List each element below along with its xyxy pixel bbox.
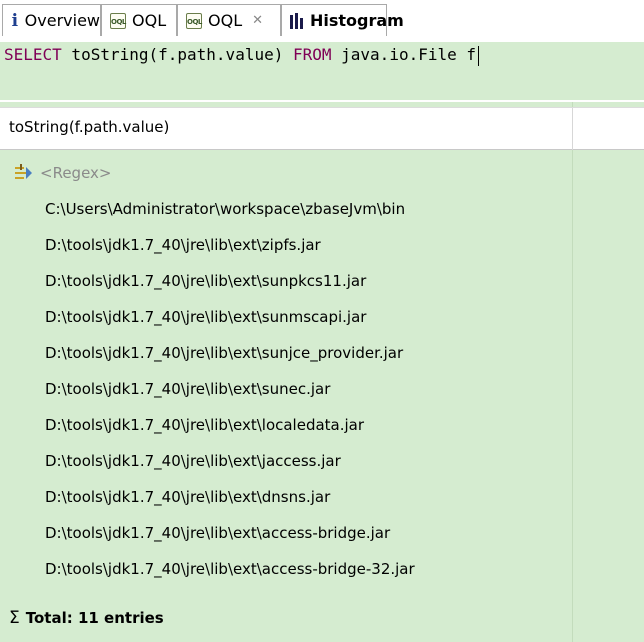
table-row[interactable]: D:\tools\jdk1.7_40\jre\lib\ext\sunec.jar xyxy=(0,373,572,405)
tab-histogram[interactable]: Histogram xyxy=(281,4,404,36)
info-icon: i xyxy=(11,10,19,31)
total-row: Σ Total: 11 entries xyxy=(0,602,572,634)
tab-oql-1[interactable]: OQL OQL xyxy=(101,4,177,36)
row-value: D:\tools\jdk1.7_40\jre\lib\ext\localedat… xyxy=(45,416,365,434)
header-divider xyxy=(572,108,573,150)
row-value: D:\tools\jdk1.7_40\jre\lib\ext\sunpkcs11… xyxy=(45,272,367,290)
table-row[interactable]: D:\tools\jdk1.7_40\jre\lib\ext\sunpkcs11… xyxy=(0,265,572,297)
histogram-icon xyxy=(290,12,304,29)
table-row[interactable]: D:\tools\jdk1.7_40\jre\lib\ext\zipfs.jar xyxy=(0,229,572,261)
row-value: D:\tools\jdk1.7_40\jre\lib\ext\sunmscapi… xyxy=(45,308,367,326)
column-divider xyxy=(572,102,573,642)
table-header: toString(f.path.value) xyxy=(0,107,644,150)
regex-filter-row[interactable]: <Regex> xyxy=(0,157,572,189)
tab-label: Overview xyxy=(24,11,100,30)
keyword-select: SELECT xyxy=(4,45,62,64)
text-caret xyxy=(478,45,480,66)
tab-oql-2[interactable]: OQL OQL ✕ xyxy=(177,4,281,36)
tab-label: OQL xyxy=(208,11,243,30)
table-row[interactable]: D:\tools\jdk1.7_40\jre\lib\ext\dnsns.jar xyxy=(0,481,572,513)
result-table: toString(f.path.value) <Regex> C:\Users\… xyxy=(0,102,644,642)
query-expression: toString(f.path.value) xyxy=(61,45,293,64)
table-row[interactable]: D:\tools\jdk1.7_40\jre\lib\ext\sunmscapi… xyxy=(0,301,572,333)
total-label: Total: 11 entries xyxy=(25,609,164,627)
regex-placeholder: <Regex> xyxy=(40,164,112,182)
tab-label: Histogram xyxy=(310,11,404,30)
row-value: D:\tools\jdk1.7_40\jre\lib\ext\jaccess.j… xyxy=(45,452,341,470)
row-value: D:\tools\jdk1.7_40\jre\lib\ext\access-br… xyxy=(45,524,391,542)
row-value: D:\tools\jdk1.7_40\jre\lib\ext\access-br… xyxy=(45,560,415,578)
row-value: D:\tools\jdk1.7_40\jre\lib\ext\sunec.jar xyxy=(45,380,331,398)
column-header[interactable]: toString(f.path.value) xyxy=(9,118,169,136)
row-value: D:\tools\jdk1.7_40\jre\lib\ext\dnsns.jar xyxy=(45,488,331,506)
table-row[interactable]: D:\tools\jdk1.7_40\jre\lib\ext\jaccess.j… xyxy=(0,445,572,477)
table-row[interactable]: D:\tools\jdk1.7_40\jre\lib\ext\access-br… xyxy=(0,553,572,585)
regex-filter-icon xyxy=(14,163,34,183)
table-row[interactable]: D:\tools\jdk1.7_40\jre\lib\ext\localedat… xyxy=(0,409,572,441)
oql-query-editor[interactable]: SELECT toString(f.path.value) FROM java.… xyxy=(0,42,644,100)
row-value: D:\tools\jdk1.7_40\jre\lib\ext\zipfs.jar xyxy=(45,236,321,254)
query-text[interactable]: SELECT toString(f.path.value) FROM java.… xyxy=(4,45,480,66)
oql-icon: OQL xyxy=(186,12,202,29)
table-row[interactable]: C:\Users\Administrator\workspace\zbaseJv… xyxy=(0,193,572,225)
row-value: C:\Users\Administrator\workspace\zbaseJv… xyxy=(45,200,406,218)
oql-icon: OQL xyxy=(110,12,126,29)
tab-label: OQL xyxy=(132,11,167,30)
editor-tab-bar: i Overview OQL OQL OQL OQL ✕ Histogram xyxy=(0,0,644,36)
tab-overview[interactable]: i Overview xyxy=(2,4,101,36)
sigma-icon: Σ xyxy=(9,608,20,628)
table-row[interactable]: D:\tools\jdk1.7_40\jre\lib\ext\access-br… xyxy=(0,517,572,549)
table-row[interactable]: D:\tools\jdk1.7_40\jre\lib\ext\sunjce_pr… xyxy=(0,337,572,369)
close-icon[interactable]: ✕ xyxy=(252,13,263,28)
query-source: java.io.File f xyxy=(331,45,477,64)
keyword-from: FROM xyxy=(292,45,332,64)
row-value: D:\tools\jdk1.7_40\jre\lib\ext\sunjce_pr… xyxy=(45,344,404,362)
